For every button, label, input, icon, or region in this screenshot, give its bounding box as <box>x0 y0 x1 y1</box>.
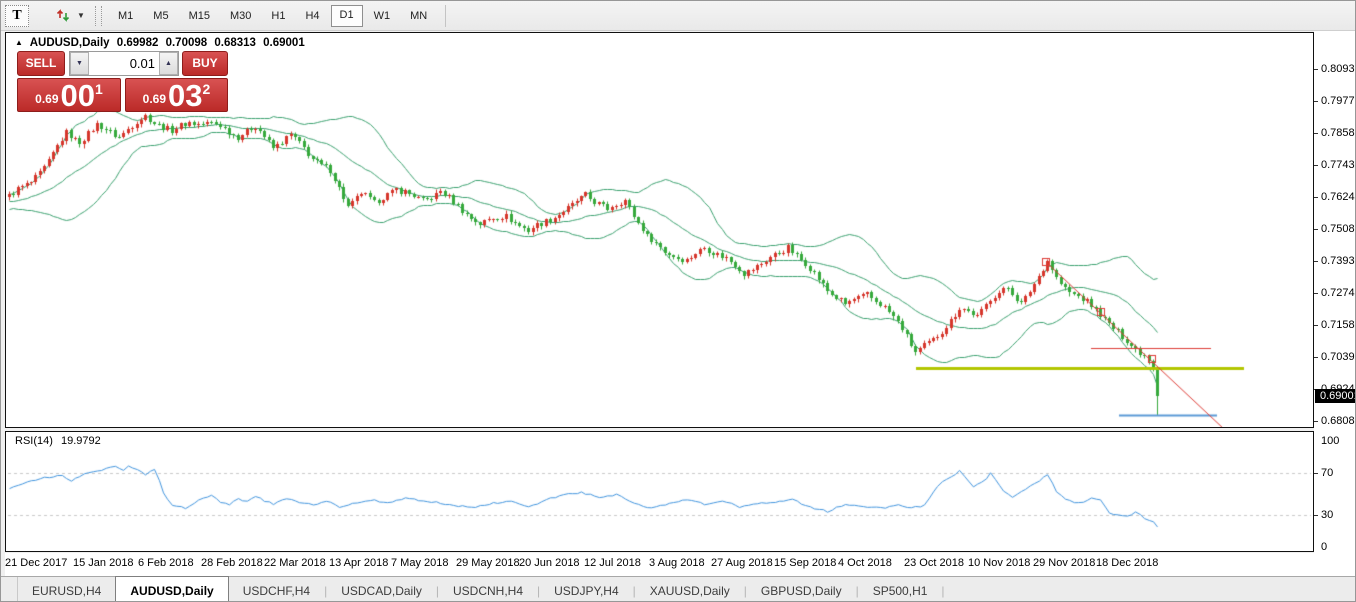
date-tick-label: 15 Jan 2018 <box>73 557 134 569</box>
sell-price-prefix: 0.69 <box>35 92 58 106</box>
timeframe-d1[interactable]: D1 <box>331 5 363 27</box>
tab-usdchf-h4[interactable]: USDCHF,H4 <box>229 577 324 602</box>
date-tick-label: 29 May 2018 <box>456 557 520 569</box>
tab-eurusd-h4[interactable]: EURUSD,H4 <box>18 577 115 602</box>
rsi-indicator-name: RSI(14) <box>15 435 53 447</box>
chart-tab-bar: EURUSD,H4AUDUSD,DailyUSDCHF,H4 | USDCAD,Da… <box>1 576 1355 602</box>
ohlc-open: 0.69982 <box>117 37 159 49</box>
arrange-dropdown-caret[interactable]: ▼ <box>75 6 87 26</box>
volume-spinner: ▼ 0.01 ▲ <box>69 51 179 76</box>
toolbar: T ▼ M1M5M15M30H1H4D1W1MN <box>1 1 1355 31</box>
buy-price-display[interactable]: 0.69 03 2 <box>125 78 228 112</box>
date-tick-label: 12 Jul 2018 <box>584 557 641 569</box>
timeframe-m30[interactable]: M30 <box>221 6 260 26</box>
sell-price-sup: 1 <box>95 81 103 97</box>
sell-button[interactable]: SELL <box>17 51 65 76</box>
sell-price-display[interactable]: 0.69 00 1 <box>17 78 121 112</box>
date-tick-label: 18 Dec 2018 <box>1096 557 1158 569</box>
tab-separator: | <box>941 577 944 602</box>
mt4-terminal-window: T ▼ M1M5M15M30H1H4D1W1MN ▲ AUDUSD,Daily … <box>0 0 1356 602</box>
buy-price-sup: 2 <box>203 81 211 97</box>
sort-arrows-icon <box>56 8 71 23</box>
timeframe-m15[interactable]: M15 <box>180 6 219 26</box>
sell-price-big: 00 <box>61 81 95 111</box>
text-tool-icon: T <box>12 8 21 24</box>
date-tick-label: 21 Dec 2017 <box>5 557 67 569</box>
date-tick-label: 7 May 2018 <box>391 557 448 569</box>
tab-usdcnh-h4[interactable]: USDCNH,H4 <box>439 577 537 602</box>
tab-audusd-daily[interactable]: AUDUSD,Daily <box>115 576 228 602</box>
timeframe-h1[interactable]: H1 <box>262 6 294 26</box>
date-tick-label: 3 Aug 2018 <box>649 557 705 569</box>
date-tick-label: 4 Oct 2018 <box>838 557 892 569</box>
date-tick-label: 27 Aug 2018 <box>711 557 773 569</box>
current-price-badge: 0.69001 <box>1315 389 1356 403</box>
timeframe-mn[interactable]: MN <box>401 6 436 26</box>
timeframe-m5[interactable]: M5 <box>144 6 177 26</box>
collapse-panel-icon[interactable]: ▲ <box>15 38 23 47</box>
volume-decrease-button[interactable]: ▼ <box>70 52 89 75</box>
volume-increase-button[interactable]: ▲ <box>159 52 178 75</box>
date-tick-label: 29 Nov 2018 <box>1033 557 1095 569</box>
rsi-indicator-value: 19.9792 <box>61 435 101 447</box>
buy-price-prefix: 0.69 <box>143 92 166 106</box>
date-axis[interactable]: 21 Dec 2017 15 Jan 2018 6 Feb 2018 28 Feb 2… <box>5 553 1356 576</box>
tab-sp500-h1[interactable]: SP500,H1 <box>859 577 942 602</box>
timeframe-h4[interactable]: H4 <box>296 6 328 26</box>
ohlc-low: 0.68313 <box>214 37 256 49</box>
tab-xauusd-daily[interactable]: XAUUSD,Daily <box>636 577 744 602</box>
date-tick-label: 23 Oct 2018 <box>904 557 964 569</box>
buy-button[interactable]: BUY <box>182 51 228 76</box>
date-tick-label: 20 Jun 2018 <box>519 557 580 569</box>
toolbar-separator <box>445 5 446 27</box>
date-tick-label: 28 Feb 2018 <box>201 557 263 569</box>
toolbar-grip[interactable] <box>95 6 102 26</box>
tab-usdjpy-h4[interactable]: USDJPY,H4 <box>540 577 632 602</box>
text-tool-button[interactable]: T <box>5 5 29 27</box>
price-axis[interactable]: 0.809300.797750.785850.774300.762400.750… <box>1314 31 1356 576</box>
tab-usdcad-daily[interactable]: USDCAD,Daily <box>327 577 436 602</box>
timeframe-w1[interactable]: W1 <box>365 6 400 26</box>
tab-gbpusd-daily[interactable]: GBPUSD,Daily <box>747 577 856 602</box>
ohlc-high: 0.70098 <box>166 37 208 49</box>
rsi-indicator-pane <box>5 431 1314 552</box>
chart-symbol: AUDUSD,Daily <box>30 37 110 49</box>
date-tick-label: 22 Mar 2018 <box>264 557 326 569</box>
date-tick-label: 15 Sep 2018 <box>774 557 836 569</box>
timeframe-m1[interactable]: M1 <box>109 6 142 26</box>
rsi-chart-canvas[interactable] <box>6 432 1313 551</box>
spinner-up-icon: ▲ <box>165 60 172 67</box>
chevron-down-icon: ▼ <box>77 11 85 20</box>
arrange-symbols-button[interactable] <box>51 6 75 26</box>
tab-bar-stub <box>1 577 18 602</box>
date-tick-label: 13 Apr 2018 <box>329 557 388 569</box>
date-tick-label: 10 Nov 2018 <box>968 557 1030 569</box>
volume-input[interactable]: 0.01 <box>89 52 159 75</box>
ohlc-close: 0.69001 <box>263 37 305 49</box>
timeframe-group: M1M5M15M30H1H4D1W1MN <box>108 5 437 27</box>
chart-title: ▲ AUDUSD,Daily 0.69982 0.70098 0.68313 0… <box>15 37 309 49</box>
date-tick-label: 6 Feb 2018 <box>138 557 194 569</box>
rsi-label: RSI(14) 19.9792 <box>15 435 106 447</box>
buy-price-big: 03 <box>168 81 202 111</box>
spinner-down-icon: ▼ <box>76 60 83 67</box>
